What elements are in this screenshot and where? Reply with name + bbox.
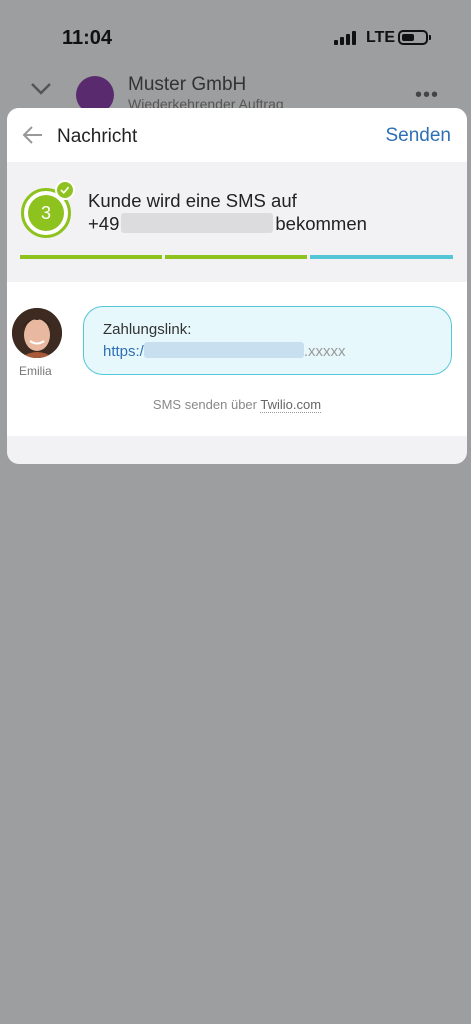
powered-by-text: SMS senden über — [152, 397, 257, 412]
payment-link[interactable]: https:/ .xxxxx — [103, 342, 346, 360]
avatar — [12, 308, 62, 358]
progress-segment-3 — [310, 255, 453, 259]
signal-icon — [334, 31, 358, 45]
more-icon: ••• — [415, 84, 440, 106]
company-name: Muster GmbH — [128, 74, 247, 95]
phone-prefix: +49 — [88, 213, 120, 234]
message-section: Emilia Zahlungslink: https:/ .xxxxx SMS s… — [7, 282, 467, 436]
status-bar: 11:04 LTE — [0, 0, 471, 70]
message-modal: Nachricht Senden 3 Kunde wird eine SMS a… — [7, 108, 467, 464]
background-header: Muster GmbH Wiederkehrender Auftrag ••• — [0, 70, 471, 114]
status-time: 11:04 — [62, 27, 113, 49]
progress-segment-1 — [20, 255, 162, 259]
message-label: Zahlungslink: — [103, 321, 192, 338]
provider-link[interactable]: Twilio.com — [260, 397, 322, 413]
link-prefix: https:/ — [103, 343, 144, 360]
network-type: LTE — [366, 29, 396, 46]
step-description: Kunde wird eine SMS auf +49 bekommen — [88, 189, 367, 235]
modal-title: Nachricht — [57, 126, 138, 147]
chevron-down-icon — [31, 83, 51, 95]
send-button[interactable]: Senden — [385, 125, 451, 147]
check-icon — [55, 180, 75, 200]
powered-by: SMS senden über Twilio.com — [7, 397, 467, 413]
redacted-phone — [121, 213, 274, 233]
progress-bar — [20, 255, 453, 259]
step-number: 3 — [28, 195, 64, 231]
link-suffix: .xxxxx — [303, 343, 346, 360]
progress-segment-2 — [165, 255, 307, 259]
step-line1: Kunde wird eine SMS auf — [88, 190, 297, 211]
battery-icon — [398, 30, 431, 45]
message-bubble: Zahlungslink: https:/ .xxxxx — [83, 306, 452, 375]
redacted-link — [143, 342, 304, 358]
sender-name: Emilia — [19, 364, 52, 378]
back-arrow-icon[interactable] — [21, 124, 45, 146]
step-suffix: bekommen — [275, 213, 367, 234]
step-section: 3 Kunde wird eine SMS auf +49 bekommen — [7, 162, 467, 282]
modal-header: Nachricht Senden — [7, 108, 467, 162]
